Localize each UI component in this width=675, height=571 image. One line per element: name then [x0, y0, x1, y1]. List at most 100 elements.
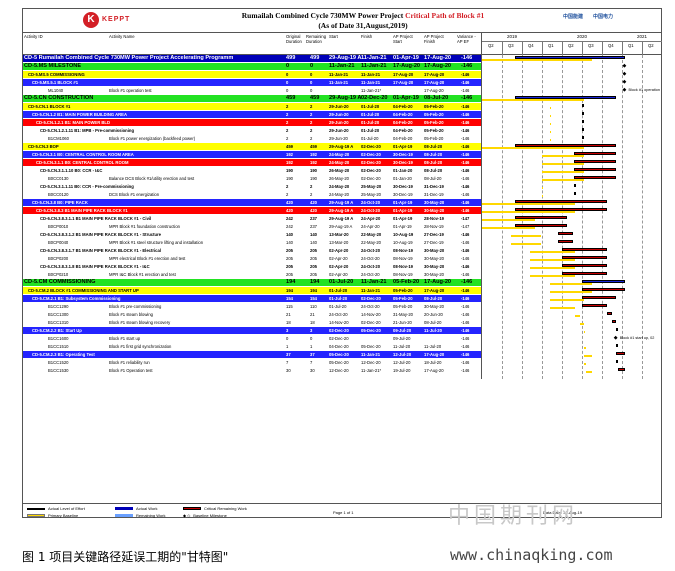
critical-remaining-bar[interactable]	[562, 272, 608, 275]
wbs-row[interactable]: CD-5.CN.3.1.1 B0: CENTRAL CONTROL ROOM 19…	[23, 159, 481, 166]
legend-swatch-actual	[115, 507, 133, 511]
activity-row[interactable]: B0CP0010 MPR Block #1 foundation construc…	[23, 223, 481, 230]
wbs-row[interactable]: CD-5.MS.5.1 BLOCK #1 0 0 11-Jan-21 11-Jan-21…	[23, 79, 481, 86]
summary-bar[interactable]	[514, 96, 616, 99]
summary-bar[interactable]	[616, 352, 625, 355]
col-finish[interactable]: Finish	[361, 34, 372, 39]
milestone-marker-icon[interactable]: ◆	[623, 88, 627, 93]
summary-bar[interactable]	[514, 216, 568, 219]
summary-bar[interactable]	[582, 288, 625, 291]
critical-remaining-bar[interactable]	[582, 304, 608, 307]
critical-remaining-bar[interactable]	[514, 224, 568, 227]
baseline-bar	[549, 115, 552, 117]
activity-row[interactable]: B1CC1530 Block #1 Operation test 30 30 12-De…	[23, 367, 481, 374]
wbs-row[interactable]: CD-5.CN.1.2.1 B1: MAIN POWER BLD 2 2 29-Jun…	[23, 119, 481, 126]
ap-finish-date: 31-Dec-19	[424, 184, 444, 189]
col-ap-start[interactable]: AP Project Start	[393, 34, 419, 44]
activity-row[interactable]: B0CP0210 MPR I&C Block #1 erection and te…	[23, 271, 481, 278]
summary-bar[interactable]	[514, 208, 608, 211]
activity-row[interactable]: B1CC1520 Block #1 reliability run 7 7 05-Dec…	[23, 359, 481, 366]
col-start[interactable]: Start	[329, 34, 338, 39]
summary-bar[interactable]	[581, 112, 584, 115]
wbs-row[interactable]: CD-5.CM COMMISSIONING 194 194 01-Jul-20 11-J…	[23, 279, 481, 286]
ap-start-date: 01-Jan-20	[393, 176, 412, 181]
critical-remaining-bar[interactable]	[562, 256, 608, 259]
wbs-row[interactable]: CD-5.CN.1 BLOCK #1 2 2 29-Jun-20 01-Jul-20 04…	[23, 103, 481, 110]
wbs-row[interactable]: CD-5.CN.3.1.1.11 B0: CCR - Pre-commissio…	[23, 183, 481, 190]
wbs-row[interactable]: CD-5 Rumailah Combined Cycle 730MW Power…	[23, 55, 481, 62]
summary-bar[interactable]	[574, 168, 616, 171]
wbs-row[interactable]: CD-5.MS.5 COMMISSIONING 0 0 11-Jan-21 11-Jan…	[23, 71, 481, 78]
wbs-row[interactable]: CD-6.CN.3.8.3.1.1 B1 MAIN PIPE RACK BLOC…	[23, 215, 481, 222]
critical-remaining-bar[interactable]	[616, 344, 619, 347]
summary-bar[interactable]	[582, 280, 625, 283]
finish-date: 24-Apr-20	[361, 224, 380, 229]
summary-bar[interactable]	[562, 264, 608, 267]
wbs-row[interactable]: CD-5.CM.2.2 B1: Start Up 3 3 02-Dec-20 05-De…	[23, 327, 481, 334]
remaining-duration: 154	[310, 296, 317, 301]
summary-bar[interactable]	[582, 296, 616, 299]
col-variance[interactable]: Variance - AP EF	[457, 34, 481, 44]
summary-bar[interactable]	[514, 200, 608, 203]
activity-row[interactable]: ML1040 Block #1 operation test 0 0 11-Jan-21…	[23, 87, 481, 94]
summary-bar[interactable]	[514, 144, 616, 147]
milestone-marker-icon[interactable]: ◆	[614, 336, 618, 341]
wbs-row[interactable]: CD-5.CN CONSTRUCTION 459 459 29-Aug-19 A 02-…	[23, 95, 481, 102]
critical-remaining-bar[interactable]	[611, 320, 616, 323]
summary-bar[interactable]	[581, 104, 584, 107]
ap-start-date: 30-Dec-19	[393, 192, 413, 197]
critical-remaining-bar[interactable]	[573, 192, 576, 195]
milestone-marker-icon[interactable]: ◆	[623, 64, 627, 69]
activity-row[interactable]: B1CC1510 Block #1 first grid synchronizat…	[23, 343, 481, 350]
variance: -146	[461, 160, 470, 165]
col-original-duration[interactable]: Original Duration	[286, 34, 304, 44]
wbs-row[interactable]: CD-5.CN.3.8.3 B1 MAIN PIPE RACK BLOCK #1…	[23, 207, 481, 214]
wbs-row[interactable]: CD-5.CM.2 BLOCK #1 COMMISSIONING AND STA…	[23, 287, 481, 294]
activity-row[interactable]: B0CP0040 MPR Block #1 steel structure lif…	[23, 239, 481, 246]
activity-row[interactable]: B0CP0200 MPR electrical Block #1 erection…	[23, 255, 481, 262]
wbs-row[interactable]: CD-5.CN.1.2 B1: MAIN POWER BUILDING AREA…	[23, 111, 481, 118]
wbs-row[interactable]: CD-6.CN.3.8.3.1.8 B1 MAIN PIPE RACK BLOC…	[23, 263, 481, 270]
summary-bar[interactable]	[557, 232, 574, 235]
summary-bar[interactable]	[573, 152, 616, 155]
summary-bar[interactable]	[562, 248, 608, 251]
wbs-row[interactable]: CD-6.CN.3.8.3.1.2 B1 MAIN PIPE RACK BLOC…	[23, 231, 481, 238]
wbs-row[interactable]: CD-5.CM.2.1 B1: Subsystem Commissioning 1…	[23, 295, 481, 302]
summary-bar[interactable]	[573, 184, 576, 187]
wbs-row[interactable]: CD-5.CM.2.3 B1: Operating Test 37 37 05-Dec…	[23, 351, 481, 358]
summary-bar[interactable]	[615, 328, 618, 331]
activity-row[interactable]: B1CC1600 Block #1 start up 0 0 02-Dec-20 09-J…	[23, 335, 481, 342]
col-remaining-duration[interactable]: Remaining Duration	[306, 34, 326, 44]
milestone-marker-icon[interactable]: ◆	[623, 72, 627, 77]
activity-row[interactable]: B1CC1310 Block #1 steam blowing recovery 1…	[23, 319, 481, 326]
wbs-row[interactable]: CD-5.CN.3.1 B0: CENTRAL CONTROL ROOM ARE…	[23, 151, 481, 158]
critical-remaining-bar[interactable]	[607, 312, 612, 315]
finish-date: 22-May-20	[361, 232, 382, 237]
activity-row[interactable]: B0CC0130 Balance DCS Block #1/utility ere…	[23, 175, 481, 182]
critical-remaining-bar[interactable]	[617, 368, 625, 371]
critical-remaining-bar[interactable]	[574, 176, 616, 179]
milestone-marker-icon[interactable]: ◆	[623, 80, 627, 85]
col-activity-id[interactable]: Activity ID	[24, 34, 43, 39]
wbs-row[interactable]: CD-5.CN.3.1.1.10 B0: CCR - I&C 190 190 26-M…	[23, 167, 481, 174]
wbs-row[interactable]: CD-5.MS MILESTONE 0 0 11-Jan-21 11-Jan-21 17-…	[23, 63, 481, 70]
wbs-row[interactable]: CD-5.CN.3 BOP 459 459 29-Aug-19 A 02-Dec-20 0…	[23, 143, 481, 150]
activity-row[interactable]: B1CM1060 Block #1 power energization (bac…	[23, 135, 481, 142]
wbs-row[interactable]: CD-5.CN.1.2.1.11 B1: MPB - Pre-commissio…	[23, 127, 481, 134]
start-date: 04-Dec-20	[329, 344, 349, 349]
critical-remaining-bar[interactable]	[557, 240, 574, 243]
critical-remaining-bar[interactable]	[616, 360, 619, 363]
activity-row[interactable]: B1CC1300 Block #1 steam blowing 21 21 24-Oct…	[23, 311, 481, 318]
remaining-duration: 1	[310, 344, 313, 349]
col-ap-finish[interactable]: AP Project Finish	[424, 34, 450, 44]
critical-remaining-bar[interactable]	[581, 136, 584, 139]
col-activity-name[interactable]: Activity Name	[109, 34, 135, 39]
wbs-row[interactable]: CD-6.CN.3.8.3.1.7 B1 MAIN PIPE RACK BLOC…	[23, 247, 481, 254]
summary-bar[interactable]	[573, 160, 616, 163]
summary-bar[interactable]	[581, 128, 584, 131]
wbs-row[interactable]: CD-5.CN.3.8 B0: PIPE RACK 420 420 29-Aug-19…	[23, 199, 481, 206]
summary-bar[interactable]	[514, 56, 625, 59]
activity-row[interactable]: B0CC0120 DCS Block #1 energization 2 2 24-Ma…	[23, 191, 481, 198]
activity-row[interactable]: B1CC1290 Block #1 pre-commissioning 115 110…	[23, 303, 481, 310]
summary-bar[interactable]	[581, 120, 584, 123]
